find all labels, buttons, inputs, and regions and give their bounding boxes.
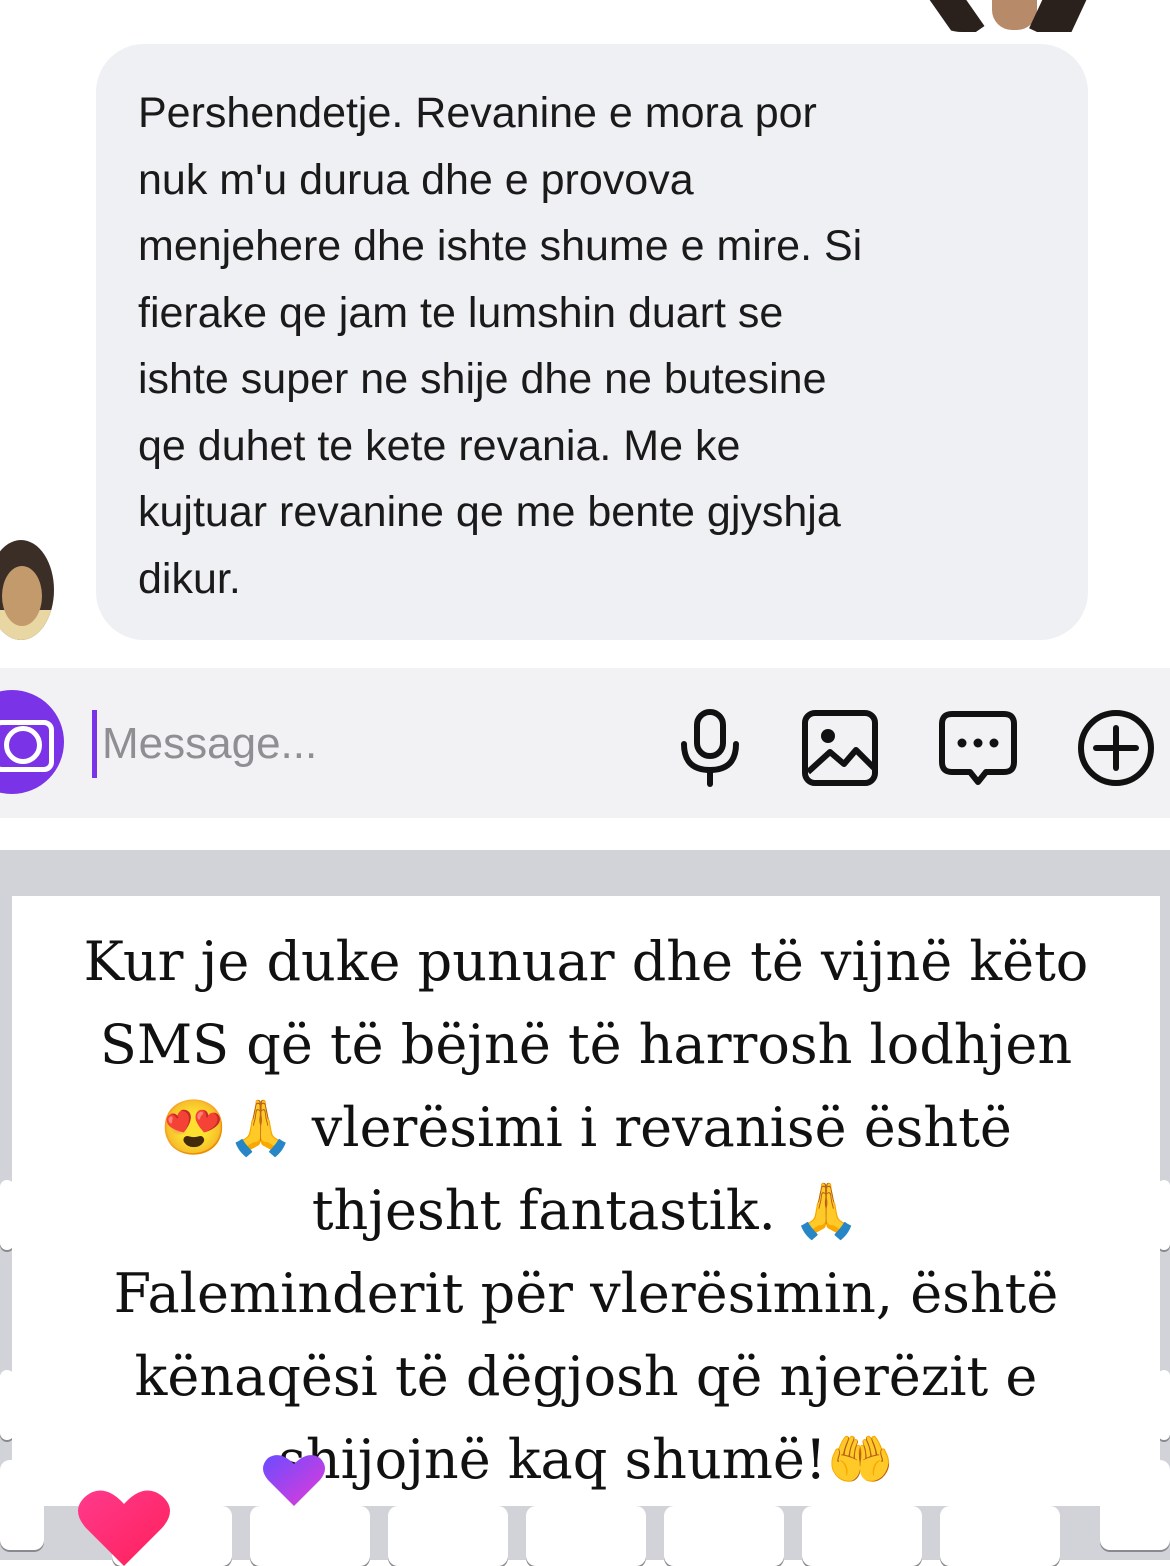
- incoming-message-text: Pershendetje. Revanine e mora por nuk m'…: [138, 89, 863, 603]
- top-strip: [0, 0, 1170, 40]
- keyboard-key[interactable]: [526, 1506, 646, 1566]
- microphone-button[interactable]: [670, 708, 750, 788]
- gallery-button[interactable]: [800, 708, 880, 788]
- keyboard-key[interactable]: [664, 1506, 784, 1566]
- caption-text: Kur je duke punuar dhe të vijnë këto SMS…: [83, 930, 1089, 1491]
- text-caret: [92, 710, 97, 778]
- header-avatar[interactable]: [922, 0, 1112, 32]
- keyboard-key[interactable]: [250, 1506, 370, 1566]
- message-input[interactable]: [100, 708, 604, 780]
- gallery-icon: [802, 710, 878, 786]
- caption-overlay: Kur je duke punuar dhe të vijnë këto SMS…: [12, 896, 1160, 1506]
- incoming-message-bubble[interactable]: Pershendetje. Revanine e mora por nuk m'…: [96, 44, 1088, 640]
- keyboard-key[interactable]: [802, 1506, 922, 1566]
- camera-button[interactable]: [0, 690, 64, 794]
- heart-icon: [78, 1490, 170, 1566]
- microphone-icon: [681, 709, 739, 787]
- sticker-icon: [939, 711, 1017, 785]
- add-button[interactable]: [1076, 708, 1156, 788]
- plus-icon: [1078, 710, 1154, 786]
- heart-icon: [263, 1455, 325, 1506]
- sender-avatar[interactable]: [0, 540, 54, 640]
- keyboard-key[interactable]: [388, 1506, 508, 1566]
- sticker-button[interactable]: [938, 708, 1018, 788]
- keyboard-key[interactable]: [940, 1506, 1060, 1566]
- message-composer: [0, 668, 1170, 818]
